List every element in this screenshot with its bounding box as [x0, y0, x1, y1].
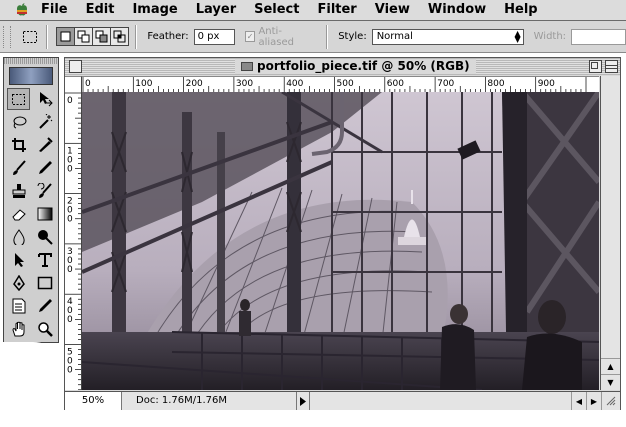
ruler-label: 200 [186, 79, 203, 89]
add-to-selection-button[interactable] [75, 28, 94, 45]
divider [326, 24, 329, 49]
pencil-tool-icon[interactable] [33, 157, 56, 179]
status-bar: 50% Doc: 1.76M/1.76M ◀ ▶ [65, 391, 620, 410]
scroll-left-arrow-icon[interactable]: ◀ [571, 392, 586, 410]
slice-tool-icon[interactable] [33, 134, 56, 156]
type-tool-icon[interactable] [33, 249, 56, 271]
eyedropper-tool-icon[interactable] [33, 295, 56, 317]
style-select-value: Normal [376, 30, 413, 42]
hand-tool-icon[interactable] [7, 318, 30, 340]
new-selection-button[interactable] [57, 28, 76, 45]
magic-wand-tool-icon[interactable] [33, 111, 56, 133]
document-size-info: Doc: 1.76M/1.76M [136, 395, 228, 406]
history-brush-tool-icon[interactable] [33, 180, 56, 202]
ruler-label: 500 [337, 79, 354, 89]
vertical-ruler[interactable]: 0100200300400500 [65, 92, 82, 390]
clone-stamp-tool-icon[interactable] [7, 180, 30, 202]
gradient-tool-icon[interactable] [33, 203, 56, 225]
eraser-tool-icon[interactable] [7, 203, 30, 225]
feather-input[interactable]: 0 px [193, 28, 235, 45]
brush-tool-icon[interactable] [7, 157, 30, 179]
selection-mode-group [56, 27, 130, 46]
apple-menu-icon[interactable] [12, 2, 32, 18]
move-tool-icon[interactable] [33, 88, 56, 110]
options-bar-grip[interactable] [3, 25, 11, 48]
ruler-label: 0 [67, 215, 73, 225]
horizontal-scrollbar[interactable] [310, 392, 571, 410]
style-label: Style: [338, 31, 367, 42]
options-bar: Feather: 0 px ✓ Anti-aliased Style: Norm… [0, 21, 626, 53]
menu-filter[interactable]: Filter [308, 0, 365, 20]
document-window: portfolio_piece.tif @ 50% (RGB) 0 100 200 3… [64, 57, 621, 410]
ruler-label: 0 [67, 315, 73, 325]
divider [46, 24, 49, 49]
anti-aliased-label: Anti-aliased [258, 25, 294, 48]
intersect-selection-button[interactable] [111, 28, 129, 45]
rectangle-shape-tool-icon[interactable] [33, 272, 56, 294]
close-box-icon[interactable] [69, 60, 82, 73]
anti-aliased-checkbox[interactable]: ✓ [244, 31, 256, 42]
ruler-label: 300 [236, 79, 253, 89]
menu-image[interactable]: Image [123, 0, 186, 20]
notes-tool-icon[interactable] [7, 295, 30, 317]
document-title-bar[interactable]: portfolio_piece.tif @ 50% (RGB) [65, 58, 620, 75]
menu-window[interactable]: Window [419, 0, 495, 20]
menu-help[interactable]: Help [495, 0, 546, 20]
menu-view[interactable]: View [366, 0, 419, 20]
blur-tool-icon[interactable] [7, 226, 30, 248]
menu-bar: File Edit Image Layer Select Filter View… [0, 0, 626, 21]
marquee-tool-icon[interactable] [7, 88, 30, 110]
ruler-origin[interactable] [65, 76, 82, 93]
ruler-label: 900 [538, 79, 555, 89]
menu-edit[interactable]: Edit [77, 0, 124, 20]
ruler-label: 0 [67, 96, 73, 106]
zoom-level-field[interactable]: 50% [65, 392, 122, 410]
updown-arrows-icon: ▲ ▼ [514, 28, 521, 44]
ruler-label: 0 [67, 366, 73, 376]
ruler-label: 100 [135, 79, 152, 89]
resize-grip-icon[interactable] [601, 392, 620, 410]
document-title-text: portfolio_piece.tif @ 50% (RGB) [257, 59, 470, 73]
document-proxy-icon [241, 62, 253, 71]
width-input[interactable] [571, 28, 626, 45]
desktop-area [0, 342, 68, 412]
subtract-from-selection-button[interactable] [93, 28, 112, 45]
scroll-down-arrow-icon[interactable]: ▼ [601, 374, 620, 390]
width-label: Width: [533, 31, 567, 42]
status-menu-arrow-icon[interactable] [296, 392, 310, 410]
crop-tool-icon[interactable] [7, 134, 30, 156]
image-canvas[interactable] [82, 92, 599, 390]
zoom-box-icon[interactable] [589, 60, 602, 73]
tool-preset-marquee-icon[interactable] [19, 27, 41, 47]
collapse-box-icon[interactable] [605, 60, 618, 73]
divider [135, 24, 138, 49]
horizontal-ruler[interactable]: 0 100 200 300 400 500 600 700 800 900 [82, 76, 599, 93]
ruler-label: 700 [437, 79, 454, 89]
document-title: portfolio_piece.tif @ 50% (RGB) [235, 59, 476, 74]
path-selection-tool-icon[interactable] [7, 249, 30, 271]
adobe-online-logo[interactable] [9, 67, 53, 85]
pen-tool-icon[interactable] [7, 272, 30, 294]
ruler-label: 800 [487, 79, 504, 89]
scroll-right-arrow-icon[interactable]: ▶ [586, 392, 601, 410]
menu-file[interactable]: File [32, 0, 77, 20]
lasso-tool-icon[interactable] [7, 111, 30, 133]
feather-label: Feather: [147, 31, 189, 42]
dodge-tool-icon[interactable] [33, 226, 56, 248]
style-select[interactable]: Normal ▲ ▼ [371, 28, 524, 45]
ruler-label: 0 [85, 79, 91, 89]
zoom-tool-icon[interactable] [33, 318, 56, 340]
menu-select[interactable]: Select [245, 0, 308, 20]
scroll-up-arrow-icon[interactable]: ▲ [601, 358, 620, 374]
menu-layer[interactable]: Layer [187, 0, 245, 20]
ruler-label: 0 [67, 164, 73, 174]
ruler-label: 0 [67, 265, 73, 275]
ruler-label: 400 [286, 79, 303, 89]
toolbox-title-bar[interactable] [4, 58, 58, 64]
toolbox [3, 57, 59, 343]
photo-greenhouse-interior [82, 92, 599, 390]
vertical-scrollbar[interactable]: ▲ ▼ [600, 76, 620, 390]
ruler-label: 600 [387, 79, 404, 89]
